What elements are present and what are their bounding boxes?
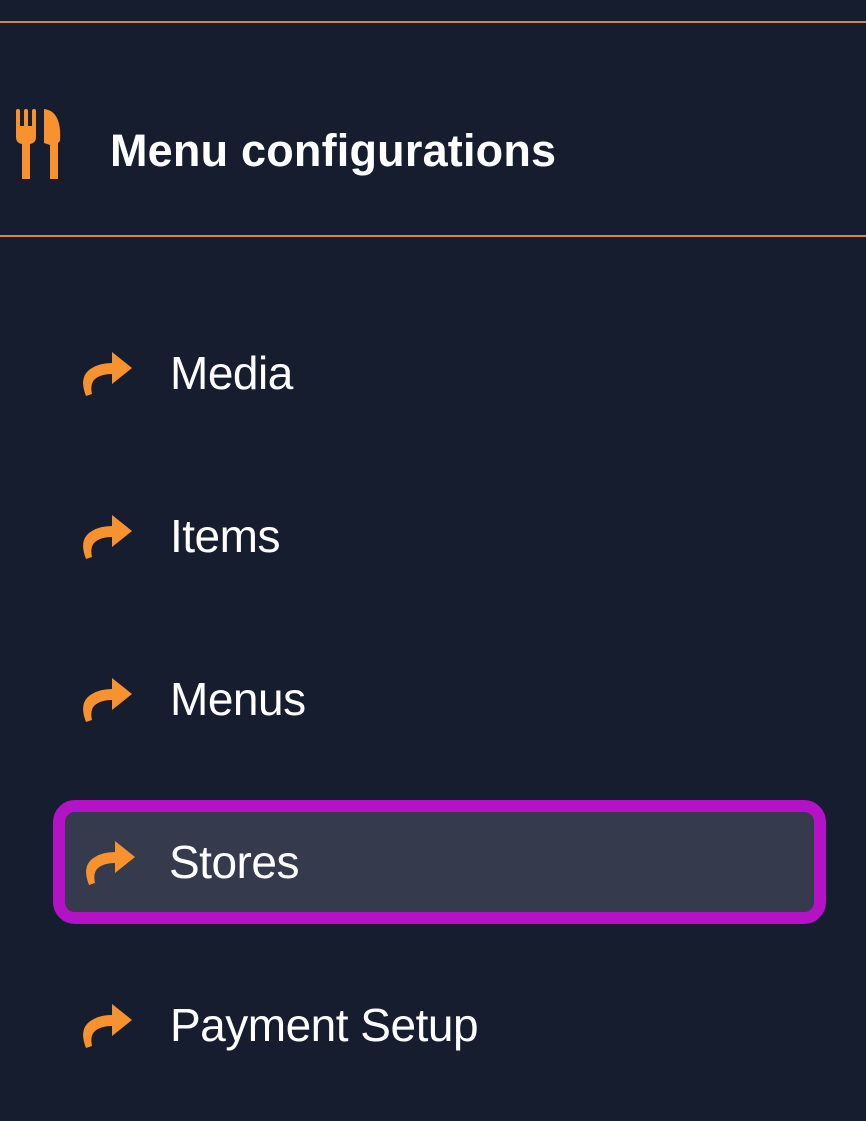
- arrow-forward-icon: [83, 678, 132, 722]
- sidebar-item-label: Items: [170, 510, 280, 562]
- arrow-forward-icon: [83, 352, 132, 396]
- sidebar: Menu configurations Media Items Menus St…: [0, 0, 866, 1121]
- divider: [0, 235, 866, 237]
- utensils-icon: [16, 109, 61, 179]
- sidebar-item-label: Payment Setup: [170, 999, 479, 1051]
- sidebar-item-label: Media: [170, 347, 293, 399]
- sidebar-item-media[interactable]: Media: [60, 321, 818, 425]
- sidebar-item-label: Menus: [170, 673, 306, 725]
- sidebar-item-label: Stores: [169, 836, 299, 888]
- sidebar-item-items[interactable]: Items: [60, 484, 818, 588]
- arrow-forward-icon: [86, 841, 135, 885]
- sidebar-item-menus[interactable]: Menus: [60, 647, 818, 751]
- section-header-menu-configurations[interactable]: Menu configurations: [0, 23, 866, 235]
- arrow-forward-icon: [83, 1004, 132, 1048]
- section-title: Menu configurations: [110, 125, 557, 176]
- sidebar-item-stores[interactable]: Stores: [53, 800, 826, 924]
- arrow-forward-icon: [83, 515, 132, 559]
- sidebar-item-payment-setup[interactable]: Payment Setup: [60, 973, 818, 1077]
